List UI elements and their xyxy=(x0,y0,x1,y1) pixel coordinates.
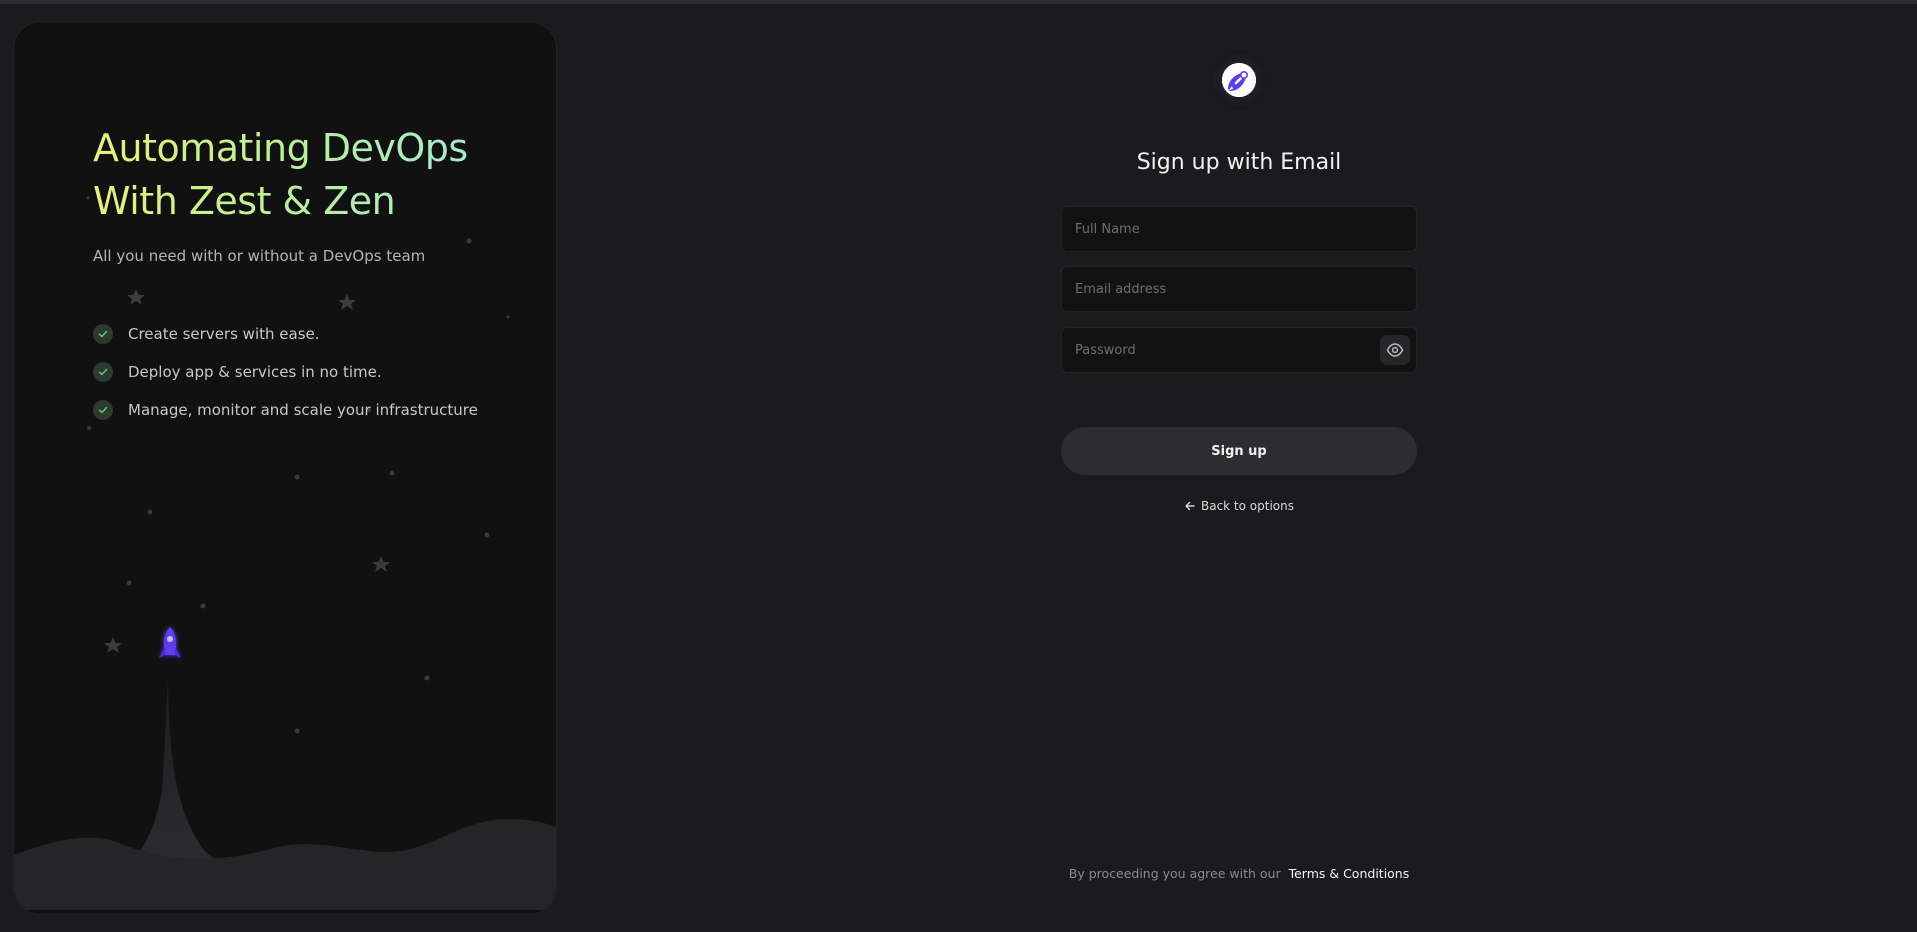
sign-up-button[interactable]: Sign up xyxy=(1061,427,1417,475)
check-icon xyxy=(93,400,113,420)
hero-title-line-1: Automating DevOps xyxy=(93,126,468,170)
check-icon xyxy=(93,362,113,382)
eye-icon xyxy=(1386,343,1404,357)
form-title: Sign up with Email xyxy=(1136,150,1342,175)
smoke-trail-illustration xyxy=(14,670,556,914)
full-name-field xyxy=(1061,206,1417,252)
hero-panel: Automating DevOps With Zest & Zen All yo… xyxy=(13,21,557,915)
feature-text: Create servers with ease. xyxy=(128,325,320,343)
check-icon xyxy=(93,324,113,344)
email-input[interactable] xyxy=(1075,281,1403,297)
signup-form-column: Sign up with Email Sign up Back to optio… xyxy=(1061,0,1417,932)
full-name-input[interactable] xyxy=(1075,221,1403,237)
password-field xyxy=(1061,327,1417,373)
feature-text: Deploy app & services in no time. xyxy=(128,363,382,381)
rocket-icon xyxy=(1222,63,1256,97)
arrow-left-icon xyxy=(1185,501,1195,511)
hero-subtitle: All you need with or without a DevOps te… xyxy=(93,247,426,265)
feature-item: Create servers with ease. xyxy=(93,315,478,353)
toggle-password-visibility-button[interactable] xyxy=(1380,335,1410,365)
back-to-options-label: Back to options xyxy=(1200,499,1294,513)
terms-and-conditions-link[interactable]: Terms & Conditions xyxy=(1289,866,1410,881)
back-to-options-link[interactable]: Back to options xyxy=(1061,499,1417,513)
top-bar xyxy=(0,0,1917,4)
feature-text: Manage, monitor and scale your infrastru… xyxy=(128,401,478,419)
legal-notice: By proceeding you agree with our Terms &… xyxy=(1061,866,1417,881)
email-field xyxy=(1061,266,1417,312)
feature-item: Manage, monitor and scale your infrastru… xyxy=(93,391,478,429)
feature-list: Create servers with ease. Deploy app & s… xyxy=(93,315,478,429)
feature-item: Deploy app & services in no time. xyxy=(93,353,478,391)
rocket-illustration-icon xyxy=(155,625,185,673)
hero-title: Automating DevOps With Zest & Zen xyxy=(93,122,523,228)
hero-title-line-2: With Zest & Zen xyxy=(93,179,396,223)
password-input[interactable] xyxy=(1075,342,1380,358)
legal-text: By proceeding you agree with our xyxy=(1068,866,1281,881)
